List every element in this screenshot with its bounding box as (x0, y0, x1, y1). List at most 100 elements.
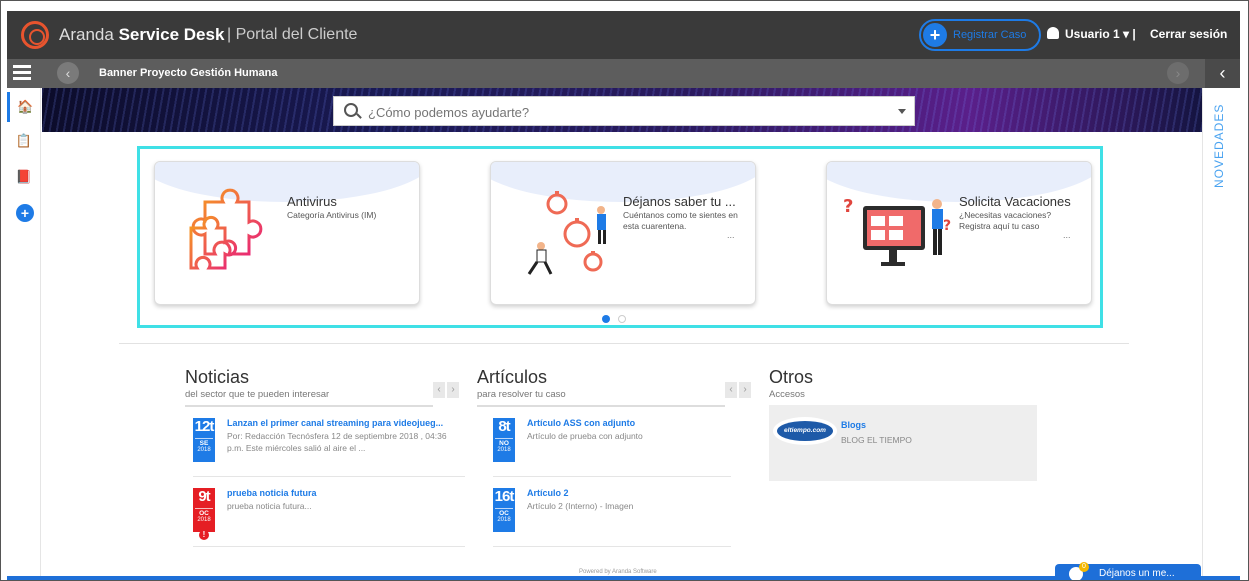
date-badge: 12t SE 2018 (193, 418, 215, 462)
news-item-title[interactable]: prueba noticia futura (227, 488, 463, 498)
app-window: Aranda Service Desk | Portal del Cliente… (0, 0, 1249, 581)
article-item-title[interactable]: Artículo ASS con adjunto (527, 418, 763, 428)
articles-subtitle: para resolver tu caso (477, 389, 566, 400)
services-carousel: Antivirus Categoría Antivirus (IM) Déjan… (137, 146, 1103, 328)
date-month: OC (195, 508, 213, 517)
news-item-body: prueba noticia futura... (227, 501, 312, 511)
novedades-tab[interactable]: NOVEDADES (1212, 98, 1226, 188)
brand-light: Aranda (59, 25, 114, 44)
articles-pager: ‹ › (723, 379, 751, 398)
date-year: 2018 (197, 517, 211, 523)
date-month: SE (195, 438, 213, 447)
card-subtitle: Cuéntanos como te sientes en esta cuaren… (623, 210, 738, 231)
date-month: OC (495, 508, 513, 517)
gears-people-illustration (527, 191, 606, 275)
date-badge: 16t OC 2018 (493, 488, 515, 532)
register-case-button[interactable]: + Registrar Caso (919, 19, 1041, 51)
carousel-dot-1[interactable] (602, 315, 610, 323)
left-sidebar: 🏠 📋 📕 + (7, 88, 41, 578)
svg-text:?: ? (843, 196, 853, 217)
card-more: ... (1063, 230, 1071, 240)
date-badge: 8t NO 2018 (493, 418, 515, 462)
clipboard-icon[interactable]: 📋 (7, 126, 41, 156)
articles-title: Artículos (477, 367, 548, 387)
date-day: 8t (498, 418, 510, 435)
card-title: Solicita Vacaciones (959, 194, 1071, 209)
user-menu[interactable]: Usuario 1 ▾ | (1047, 27, 1136, 41)
chat-badge: 0 (1079, 562, 1089, 572)
banner-title: Banner Proyecto Gestión Humana (99, 67, 278, 79)
news-item-title[interactable]: Lanzan el primer canal streaming para vi… (227, 418, 463, 428)
right-sidebar: NOVEDADES (1202, 88, 1240, 578)
chat-widget-button[interactable]: 0 Déjanos un me... (1055, 562, 1201, 580)
portal-label: | Portal del Cliente (227, 26, 358, 43)
card-title: Antivirus (287, 194, 337, 209)
date-day: 12t (194, 418, 215, 435)
access-link-desc: BLOG EL TIEMPO (841, 435, 912, 445)
banner-prev-button[interactable]: ‹ (57, 62, 79, 84)
brand-title: Aranda Service Desk (59, 25, 224, 45)
service-card-vacaciones[interactable]: ? ? Solicita Vacaciones ¿Necesitas vacac… (826, 161, 1092, 305)
news-next-button[interactable]: › (447, 382, 459, 398)
register-case-label: Registrar Caso (953, 29, 1027, 41)
articles-prev-button[interactable]: ‹ (725, 382, 737, 398)
date-year: 2018 (497, 447, 511, 453)
search-icon (344, 103, 358, 117)
divider (119, 343, 1129, 344)
svg-text:?: ? (943, 218, 951, 234)
menu-icon[interactable] (13, 65, 31, 81)
chevron-down-icon[interactable] (898, 109, 906, 114)
puzzle-icon (189, 188, 263, 270)
search-input[interactable] (368, 102, 888, 122)
search-box[interactable] (333, 96, 915, 126)
article-item-body: Artículo 2 (Interno) - Imagen (527, 501, 634, 511)
chat-label: Déjanos un me... (1099, 568, 1175, 579)
card-title: Déjanos saber tu ... (623, 194, 736, 209)
user-name: Usuario 1 (1065, 27, 1120, 41)
card-subtitle: Categoría Antivirus (IM) (287, 210, 377, 220)
date-day: 16t (494, 488, 515, 505)
service-card-antivirus[interactable]: Antivirus Categoría Antivirus (IM) (154, 161, 420, 305)
access-link-title[interactable]: Blogs (841, 420, 866, 430)
brand-bold: Service Desk (118, 25, 225, 44)
news-item-body: Por: Redacción Tecnósfera 12 de septiemb… (227, 431, 447, 453)
chevron-down-icon: ▾ | (1123, 27, 1136, 41)
date-year: 2018 (197, 447, 211, 453)
article-item-body: Artículo de prueba con adjunto (527, 431, 643, 441)
other-title: Otros (769, 367, 814, 387)
article-item-title[interactable]: Artículo 2 (527, 488, 763, 498)
service-card-feedback[interactable]: Déjanos saber tu ... Cuéntanos como te s… (490, 161, 756, 305)
aranda-logo-icon[interactable] (21, 21, 49, 49)
add-icon[interactable]: + (16, 204, 34, 222)
banner-bar: ‹ Banner Proyecto Gestión Humana › ‹ (7, 59, 1240, 88)
news-pager: ‹ › (431, 379, 459, 398)
news-subtitle: del sector que te pueden interesar (185, 389, 330, 400)
home-icon[interactable]: 🏠 (7, 92, 41, 122)
collapse-right-panel-button[interactable]: ‹ (1205, 59, 1240, 88)
date-badge: 9t OC 2018 (193, 488, 215, 540)
book-icon[interactable]: 📕 (7, 162, 41, 192)
plus-icon: + (923, 23, 947, 47)
banner-next-button[interactable]: › (1167, 62, 1189, 84)
logout-link[interactable]: Cerrar sesión (1150, 27, 1227, 41)
presentation-illustration: ? ? (843, 196, 951, 266)
eltiempo-logo: eltiempo.com (777, 421, 833, 441)
articles-section: Artículos para resolver tu caso ‹ › (477, 367, 753, 407)
user-icon (1047, 27, 1059, 39)
news-prev-button[interactable]: ‹ (433, 382, 445, 398)
articles-next-button[interactable]: › (739, 382, 751, 398)
card-more: ... (727, 230, 735, 240)
access-link-blogs[interactable]: eltiempo.com Blogs BLOG EL TIEMPO (769, 405, 1037, 481)
date-day: 9t (198, 488, 210, 505)
other-subtitle: Accesos (769, 389, 805, 400)
carousel-dot-2[interactable] (618, 315, 626, 323)
top-bar: Aranda Service Desk | Portal del Cliente… (7, 11, 1240, 59)
date-year: 2018 (497, 517, 511, 523)
news-title: Noticias (185, 367, 250, 387)
date-month: NO (495, 438, 513, 447)
news-section: Noticias del sector que te pueden intere… (185, 367, 461, 407)
other-section: Otros Accesos (769, 367, 1037, 400)
powered-by: Powered by Aranda Software (579, 569, 657, 575)
card-subtitle: ¿Necesitas vacaciones? Registra aquí tu … (959, 210, 1052, 231)
carousel-pagination (602, 310, 634, 328)
